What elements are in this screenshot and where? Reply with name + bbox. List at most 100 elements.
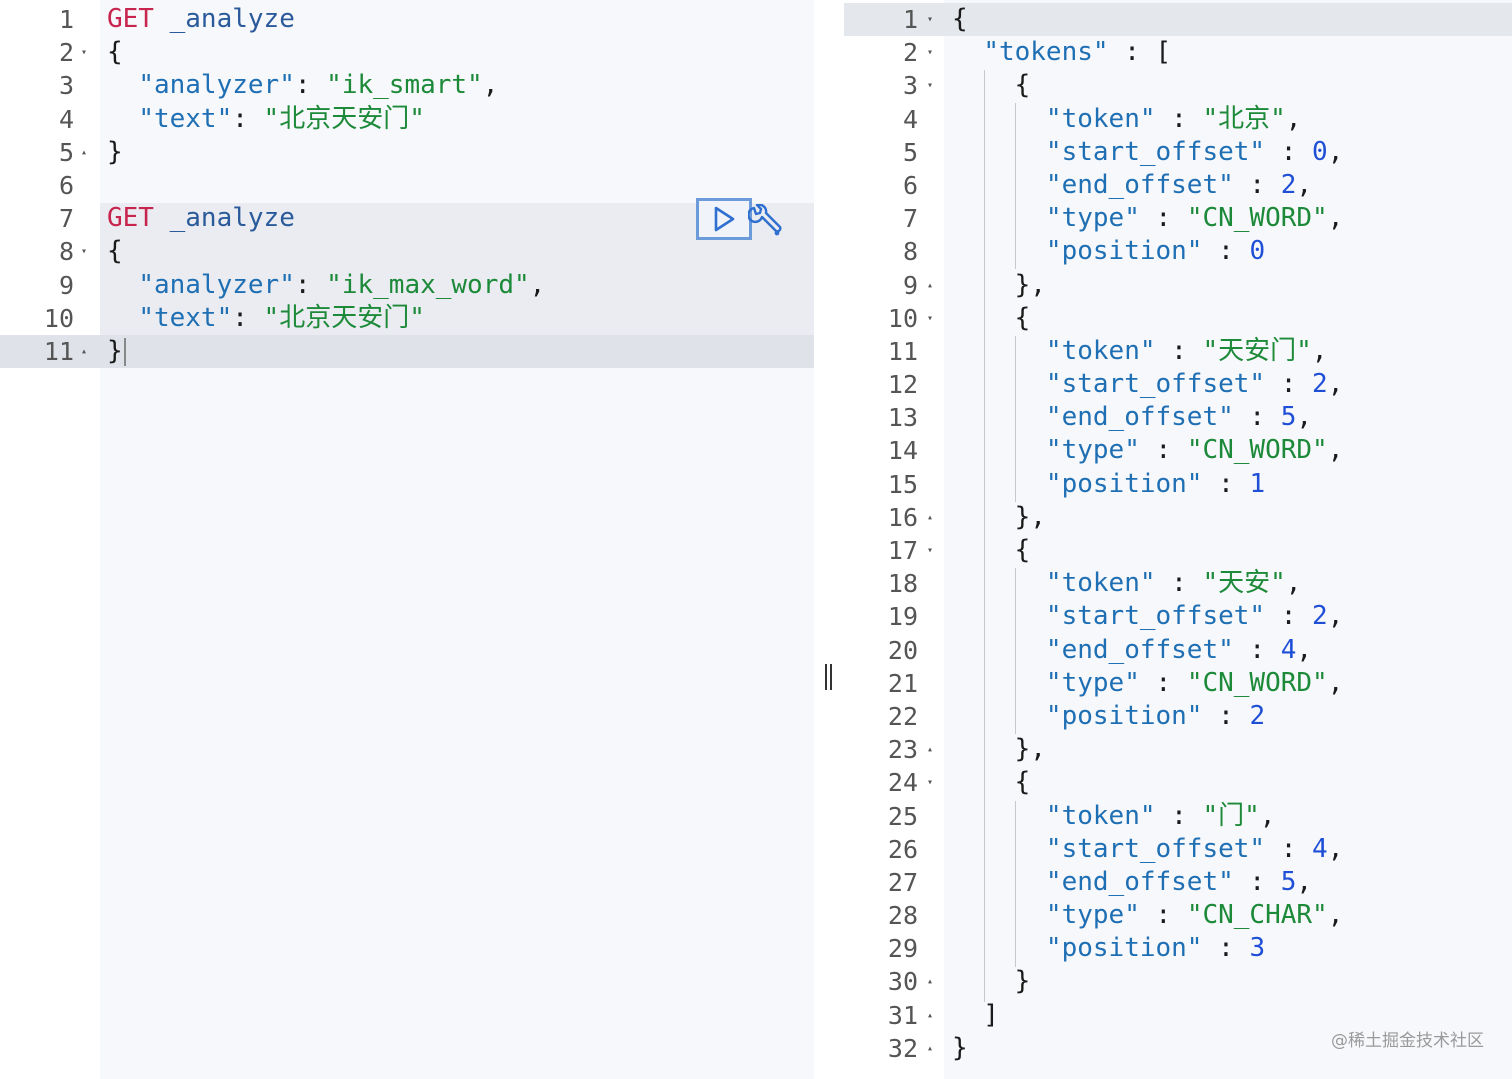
- code-line[interactable]: 5 ▴}: [0, 136, 814, 169]
- token-str: "北京": [1202, 103, 1286, 134]
- code-line[interactable]: 14 "type" : "CN_WORD",: [844, 434, 1512, 467]
- fold-arrow-down-icon[interactable]: ▾: [922, 36, 938, 69]
- token-punc: :: [1155, 335, 1203, 366]
- code-text: },: [952, 733, 1046, 766]
- token-punc: :: [1265, 601, 1313, 632]
- wrench-icon[interactable]: [748, 204, 784, 240]
- code-line[interactable]: 7 GET _analyze: [0, 202, 814, 235]
- fold-arrow-up-icon[interactable]: ▴: [922, 733, 938, 766]
- code-line[interactable]: 8 "position" : 0: [844, 235, 1512, 268]
- request-code[interactable]: 1 GET _analyze 2 ▾{3 "analyzer": "ik_smart"…: [0, 3, 814, 368]
- token-key: "analyzer": [138, 269, 295, 300]
- code-text: "position" : 2: [952, 700, 1265, 733]
- run-request-button[interactable]: [696, 198, 752, 240]
- code-line[interactable]: 4 "token" : "北京",: [844, 103, 1512, 136]
- code-line[interactable]: 2 ▾ {: [0, 36, 814, 69]
- token-num: 4: [1312, 833, 1328, 864]
- code-line[interactable]: 1 GET _analyze: [0, 3, 814, 36]
- code-line[interactable]: 19 "start_offset" : 2,: [844, 600, 1512, 633]
- code-line[interactable]: 20 "end_offset" : 4,: [844, 634, 1512, 667]
- code-line[interactable]: 16 ▴ },: [844, 501, 1512, 534]
- code-line[interactable]: 30 ▴ }: [844, 965, 1512, 998]
- code-line[interactable]: 27 "end_offset" : 5,: [844, 866, 1512, 899]
- fold-arrow-up-icon[interactable]: ▴: [922, 269, 938, 302]
- code-line[interactable]: 9 ▴ },: [844, 269, 1512, 302]
- fold-arrow-up-icon[interactable]: ▴: [922, 1032, 938, 1065]
- token-key: "end_offset": [1045, 866, 1234, 897]
- request-editor[interactable]: 1 GET _analyze 2 ▾{3 "analyzer": "ik_smart"…: [0, 0, 814, 1079]
- code-line[interactable]: 25 "token" : "门",: [844, 800, 1512, 833]
- code-line[interactable]: 17 ▾ {: [844, 534, 1512, 567]
- fold-arrow-up-icon[interactable]: ▴: [76, 335, 92, 368]
- token-punc: :: [1202, 700, 1250, 731]
- line-number: 32: [887, 1033, 918, 1063]
- line-number: 6: [58, 170, 74, 200]
- code-line[interactable]: 2 ▾ "tokens" : [: [844, 36, 1512, 69]
- fold-arrow-down-icon[interactable]: ▾: [922, 766, 938, 799]
- fold-arrow-down-icon[interactable]: ▾: [922, 302, 938, 335]
- code-line[interactable]: 10 "text": "北京天安门": [0, 302, 814, 335]
- code-line[interactable]: 11 ▴}: [0, 335, 814, 368]
- token-punc: [952, 170, 1046, 200]
- fold-arrow-up-icon[interactable]: ▴: [922, 965, 938, 998]
- token-punc: {: [107, 236, 123, 267]
- token-punc: {: [952, 302, 1031, 333]
- response-viewer[interactable]: 1 ▾{2 ▾ "tokens" : [3 ▾ {4 "token" : "北京", 5…: [844, 0, 1512, 1079]
- code-line[interactable]: 4 "text": "北京天安门": [0, 103, 814, 136]
- code-line[interactable]: 23 ▴ },: [844, 733, 1512, 766]
- token-punc: :: [1202, 236, 1250, 267]
- code-line[interactable]: 5 "start_offset" : 0,: [844, 136, 1512, 169]
- token-key: "start_offset": [1045, 833, 1266, 864]
- code-line[interactable]: 21 "type" : "CN_WORD",: [844, 667, 1512, 700]
- token-key: "start_offset": [1045, 369, 1266, 400]
- code-line[interactable]: 7 "type" : "CN_WORD",: [844, 202, 1512, 235]
- pane-divider[interactable]: [814, 0, 844, 1079]
- code-text: ]: [952, 999, 999, 1032]
- line-number: 28: [887, 901, 918, 931]
- token-punc: ,: [1327, 833, 1344, 864]
- code-line[interactable]: 22 "position" : 2: [844, 700, 1512, 733]
- token-punc: :: [1233, 866, 1281, 897]
- code-line[interactable]: 13 "end_offset" : 5,: [844, 401, 1512, 434]
- token-str: "CN_WORD": [1186, 203, 1328, 234]
- fold-arrow-up-icon[interactable]: ▴: [922, 999, 938, 1032]
- line-number: 3: [58, 71, 74, 101]
- fold-arrow-up-icon[interactable]: ▴: [76, 136, 92, 169]
- code-line[interactable]: 6: [0, 169, 814, 202]
- fold-arrow-down-icon[interactable]: ▾: [922, 69, 938, 102]
- fold-arrow-down-icon[interactable]: ▾: [922, 534, 938, 567]
- code-line[interactable]: 10 ▾ {: [844, 302, 1512, 335]
- fold-arrow-down-icon[interactable]: ▾: [76, 235, 92, 268]
- code-line[interactable]: 28 "type" : "CN_CHAR",: [844, 899, 1512, 932]
- line-number: 29: [887, 934, 918, 964]
- resize-handle-icon[interactable]: [822, 664, 834, 690]
- token-punc: [952, 469, 1046, 499]
- code-line[interactable]: 12 "start_offset" : 2,: [844, 368, 1512, 401]
- token-str: "ik_max_word": [326, 269, 530, 300]
- code-line[interactable]: 1 ▾ {: [844, 3, 1512, 36]
- code-line[interactable]: 18 "token" : "天安",: [844, 567, 1512, 600]
- response-code[interactable]: 1 ▾{2 ▾ "tokens" : [3 ▾ {4 "token" : "北京", 5…: [844, 3, 1512, 1065]
- fold-arrow-down-icon[interactable]: ▾: [76, 36, 92, 69]
- code-text: "analyzer": "ik_max_word",: [107, 269, 545, 302]
- line-number: 14: [887, 436, 918, 466]
- code-line[interactable]: 26 "start_offset" : 4,: [844, 833, 1512, 866]
- token-punc: ,: [1327, 667, 1344, 698]
- token-str: "CN_CHAR": [1186, 900, 1328, 931]
- fold-arrow-down-icon[interactable]: ▾: [922, 3, 938, 36]
- code-line[interactable]: 3 "analyzer": "ik_smart",: [0, 69, 814, 102]
- code-line[interactable]: 15 "position" : 1: [844, 468, 1512, 501]
- line-number: 1: [58, 5, 74, 34]
- code-line[interactable]: 24 ▾ {: [844, 766, 1512, 799]
- code-line[interactable]: 11 "token" : "天安门",: [844, 335, 1512, 368]
- code-line[interactable]: 9 "analyzer": "ik_max_word",: [0, 269, 814, 302]
- fold-arrow-up-icon[interactable]: ▴: [922, 501, 938, 534]
- code-line[interactable]: 8 ▾ {: [0, 235, 814, 268]
- code-line[interactable]: 3 ▾ {: [844, 69, 1512, 102]
- token-num: 2: [1312, 601, 1328, 632]
- token-str: "门": [1202, 800, 1260, 831]
- play-icon: [714, 206, 735, 232]
- token-punc: ,: [1296, 169, 1313, 200]
- code-line[interactable]: 29 "position" : 3: [844, 932, 1512, 965]
- code-line[interactable]: 6 "end_offset" : 2,: [844, 169, 1512, 202]
